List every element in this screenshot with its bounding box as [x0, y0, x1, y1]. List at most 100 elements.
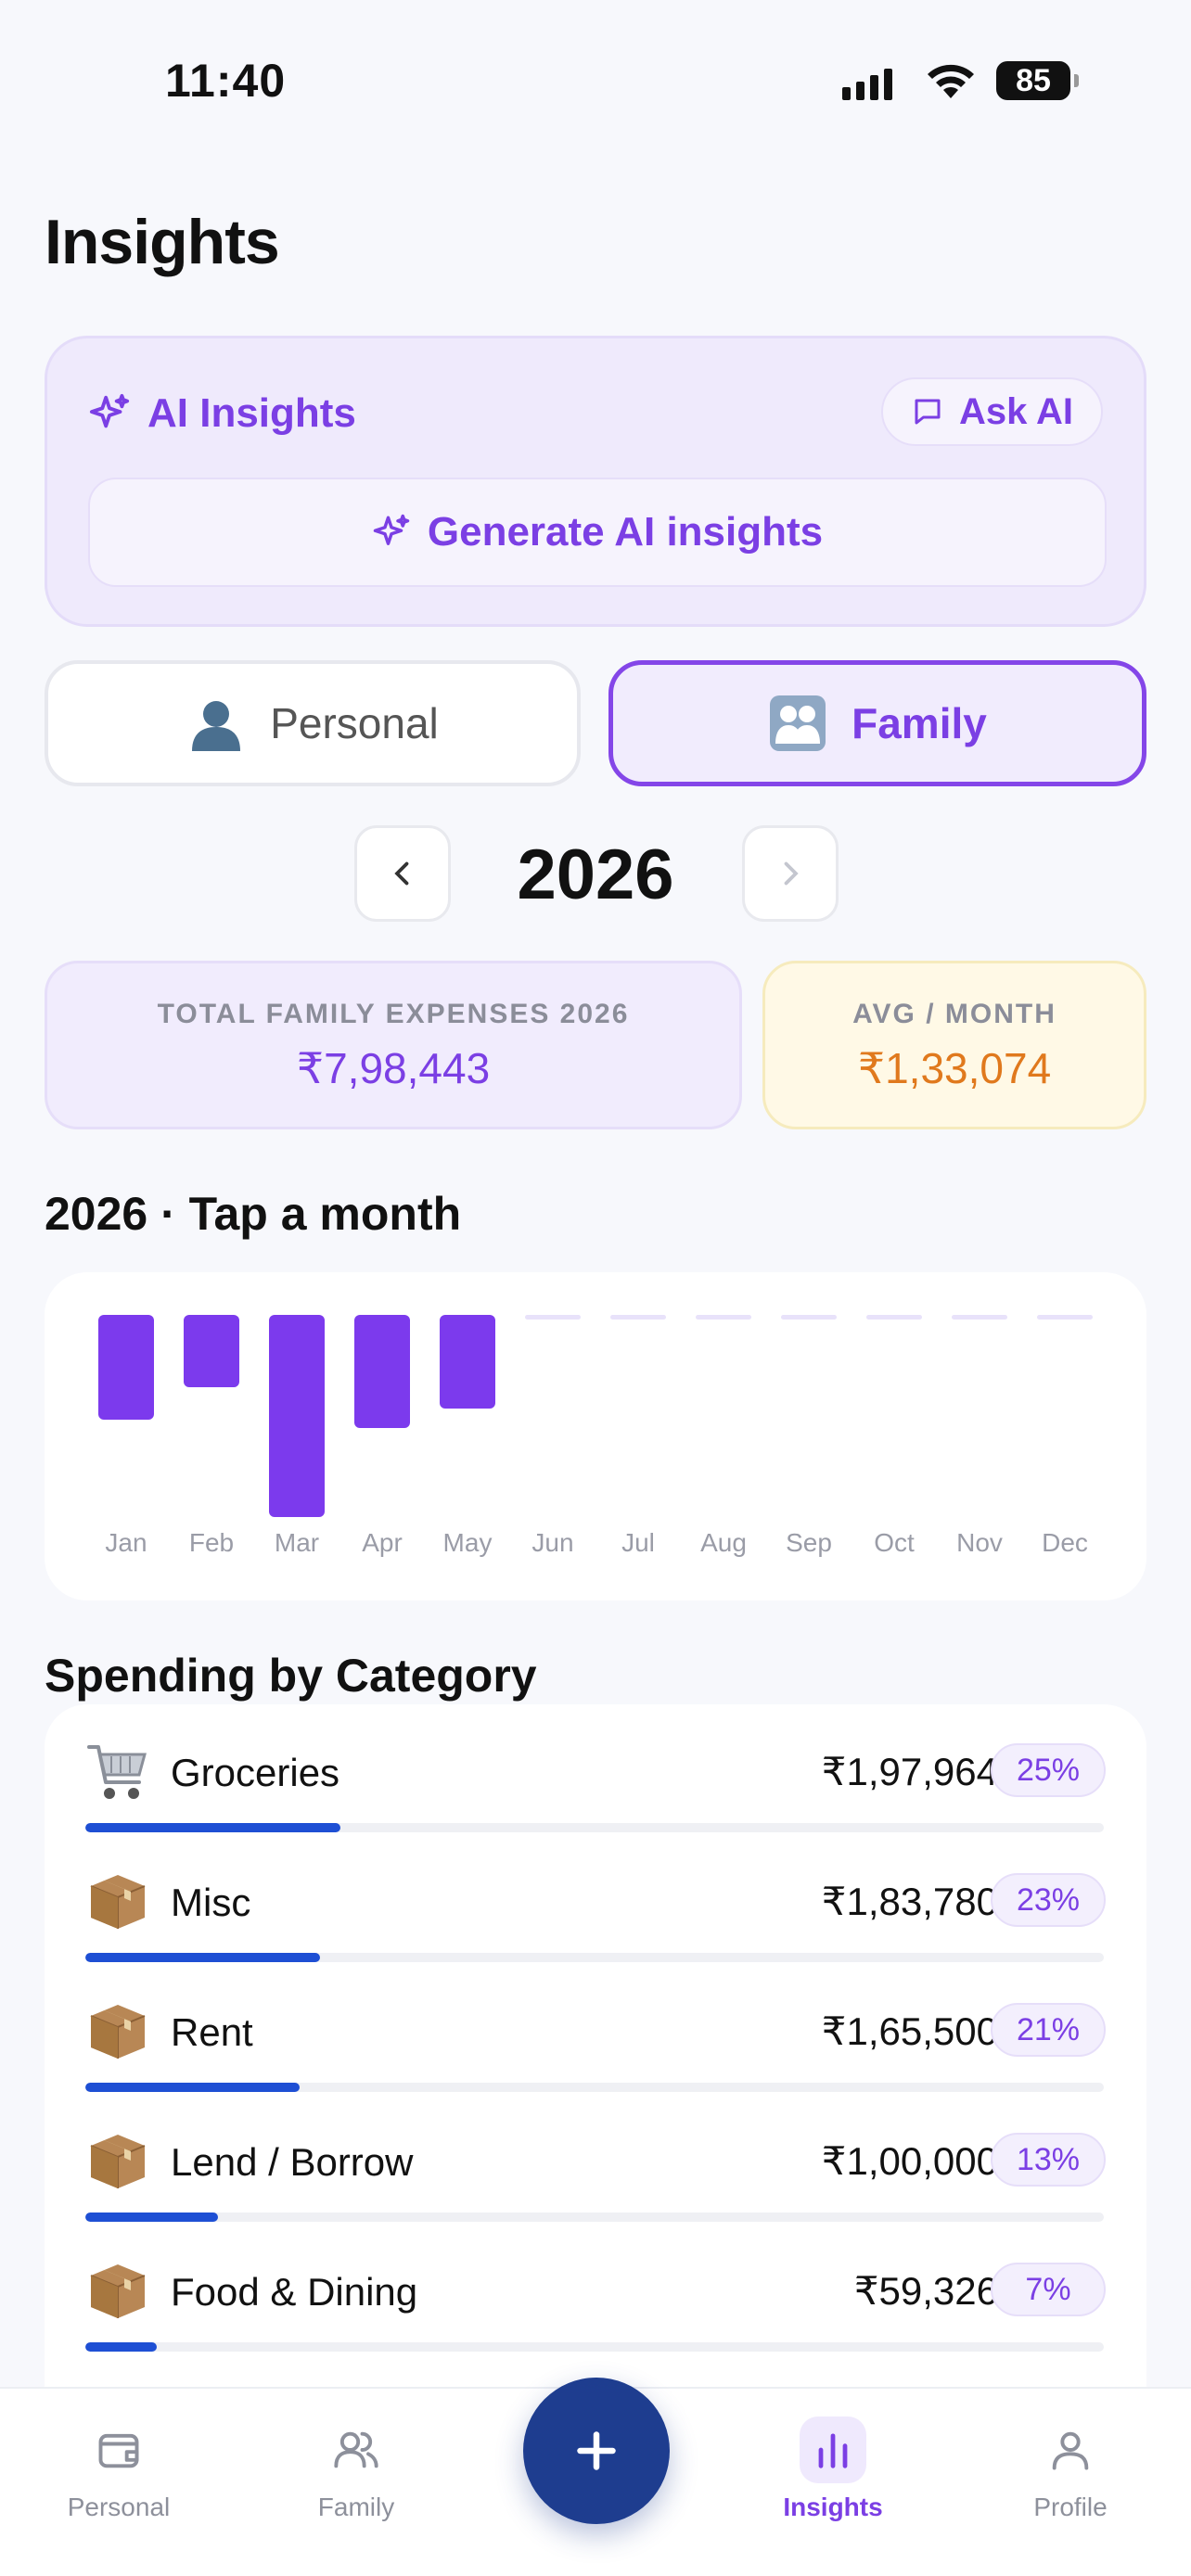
- total-expenses-value: ₹7,98,443: [296, 1044, 491, 1092]
- bar-apr[interactable]: [354, 1315, 410, 1428]
- chevron-right-icon: [784, 861, 799, 886]
- category-percent-badge: 25%: [991, 1743, 1106, 1797]
- month-label-aug[interactable]: Aug: [681, 1528, 766, 1558]
- category-amount: ₹1,00,000: [821, 2139, 998, 2183]
- category-name: Groceries: [171, 1751, 340, 1794]
- bar-aug[interactable]: [696, 1315, 751, 1320]
- month-label-jun[interactable]: Jun: [510, 1528, 596, 1558]
- ai-insights-card: AI Insights Ask AI Generate AI insights: [45, 336, 1146, 627]
- bar-feb[interactable]: [184, 1315, 239, 1387]
- category-row[interactable]: Rent ₹1,65,500 21%: [45, 1986, 1146, 2116]
- category-percent-badge: 7%: [991, 2263, 1106, 2316]
- category-progress-fill: [85, 1953, 320, 1962]
- wallet-icon: [85, 2417, 152, 2483]
- category-list: Groceries ₹1,97,964 25% Misc ₹1,83,780 23% Ren…: [45, 1704, 1146, 2391]
- category-name: Food & Dining: [171, 2270, 418, 2314]
- bar-jan[interactable]: [98, 1315, 154, 1420]
- category-name: Lend / Borrow: [171, 2140, 414, 2184]
- month-label-jul[interactable]: Jul: [596, 1528, 681, 1558]
- bar-may[interactable]: [440, 1315, 495, 1409]
- average-per-month-label: AVG / MONTH: [852, 999, 1057, 1029]
- sparkles-icon: [373, 514, 410, 545]
- chat-bubble-icon: [915, 399, 941, 425]
- category-row[interactable]: Misc ₹1,83,780 23%: [45, 1856, 1146, 1986]
- add-expense-button[interactable]: [523, 2378, 670, 2524]
- bar-dec[interactable]: [1037, 1315, 1093, 1320]
- generate-ai-insights-label: Generate AI insights: [427, 509, 824, 555]
- tab-profile-label: Profile: [1033, 2493, 1108, 2521]
- category-progress-track: [85, 2342, 1104, 2352]
- sparkles-icon: [89, 393, 130, 428]
- month-label-dec[interactable]: Dec: [1022, 1528, 1108, 1558]
- category-percent-badge: 21%: [991, 2003, 1106, 2057]
- month-label-mar[interactable]: Mar: [254, 1528, 339, 1558]
- category-progress-fill: [85, 2083, 300, 2092]
- category-name: Rent: [171, 2010, 253, 2054]
- tab-family[interactable]: Family: [254, 2389, 458, 2537]
- tab-insights[interactable]: Insights: [731, 2389, 935, 2537]
- category-percent-badge: 23%: [991, 1873, 1106, 1927]
- plus-icon: [577, 2431, 616, 2470]
- category-progress-fill: [85, 2213, 218, 2222]
- ask-ai-button[interactable]: Ask AI: [880, 377, 1103, 446]
- shopping-cart-icon: [85, 1740, 150, 1804]
- month-label-nov[interactable]: Nov: [937, 1528, 1022, 1558]
- package-icon: [85, 2259, 150, 2324]
- category-amount: ₹1,65,500: [821, 2009, 998, 2053]
- tab-profile[interactable]: Profile: [968, 2389, 1172, 2537]
- ai-insights-header: AI Insights: [88, 390, 356, 437]
- category-progress-fill: [85, 2342, 157, 2352]
- category-progress-track: [85, 1823, 1104, 1832]
- category-row[interactable]: Groceries ₹1,97,964 25%: [45, 1727, 1146, 1856]
- tab-family-label: Family: [317, 2493, 395, 2521]
- user-icon: [1037, 2417, 1104, 2483]
- family-toggle-button[interactable]: Family: [608, 660, 1146, 786]
- month-label-apr[interactable]: Apr: [339, 1528, 425, 1558]
- bar-nov[interactable]: [952, 1315, 1007, 1320]
- battery-level: 85: [1016, 62, 1051, 98]
- battery-icon: 85: [996, 61, 1079, 100]
- bar-sep[interactable]: [781, 1315, 837, 1320]
- bar-jun[interactable]: [525, 1315, 581, 1320]
- category-progress-track: [85, 1953, 1104, 1962]
- status-bar: 11:40 85: [0, 0, 1191, 158]
- monthly-bar-chart: Jan Feb Mar Apr May Jun Jul Aug Sep Oct Nov Dec: [45, 1272, 1146, 1600]
- ask-ai-label: Ask AI: [958, 390, 1073, 432]
- package-icon: [85, 1999, 150, 2064]
- person-silhouette-icon: [186, 694, 246, 753]
- next-year-button[interactable]: [742, 825, 839, 922]
- chart-section-title: 2026 · Tap a month: [45, 1188, 462, 1240]
- category-percent-badge: 13%: [991, 2133, 1106, 2187]
- category-progress-track: [85, 2213, 1104, 2222]
- ai-insights-title: AI Insights: [147, 390, 356, 436]
- category-row[interactable]: Food & Dining ₹59,326 7%: [45, 2246, 1146, 2376]
- bar-mar[interactable]: [269, 1315, 325, 1517]
- tab-personal-label: Personal: [67, 2493, 171, 2521]
- category-progress-fill: [85, 1823, 340, 1832]
- bar-oct[interactable]: [866, 1315, 922, 1320]
- total-expenses-card: TOTAL FAMILY EXPENSES 2026 ₹7,98,443: [45, 961, 742, 1129]
- category-section-title: Spending by Category: [45, 1650, 537, 1702]
- average-per-month-card: AVG / MONTH ₹1,33,074: [762, 961, 1146, 1129]
- total-expenses-label: TOTAL FAMILY EXPENSES 2026: [157, 999, 630, 1029]
- wifi-icon: [928, 64, 974, 98]
- status-time: 11:40: [165, 55, 287, 107]
- bar-jul[interactable]: [610, 1315, 666, 1320]
- bar-chart-icon: [800, 2417, 866, 2483]
- month-label-sep[interactable]: Sep: [766, 1528, 852, 1558]
- month-label-feb[interactable]: Feb: [169, 1528, 254, 1558]
- generate-ai-insights-button[interactable]: Generate AI insights: [88, 478, 1107, 587]
- personal-toggle-label: Personal: [270, 699, 439, 747]
- page-title: Insights: [45, 207, 280, 277]
- tab-personal[interactable]: Personal: [17, 2389, 221, 2537]
- cellular-signal-icon: [842, 63, 892, 100]
- month-label-may[interactable]: May: [425, 1528, 510, 1558]
- category-row[interactable]: Lend / Borrow ₹1,00,000 13%: [45, 2116, 1146, 2246]
- tab-insights-label: Insights: [783, 2493, 883, 2521]
- personal-toggle-button[interactable]: Personal: [45, 660, 581, 786]
- month-label-oct[interactable]: Oct: [852, 1528, 937, 1558]
- users-icon: [323, 2417, 390, 2483]
- year-navigation: 2026: [0, 825, 1191, 922]
- category-amount: ₹59,326: [853, 2269, 998, 2313]
- month-label-jan[interactable]: Jan: [83, 1528, 169, 1558]
